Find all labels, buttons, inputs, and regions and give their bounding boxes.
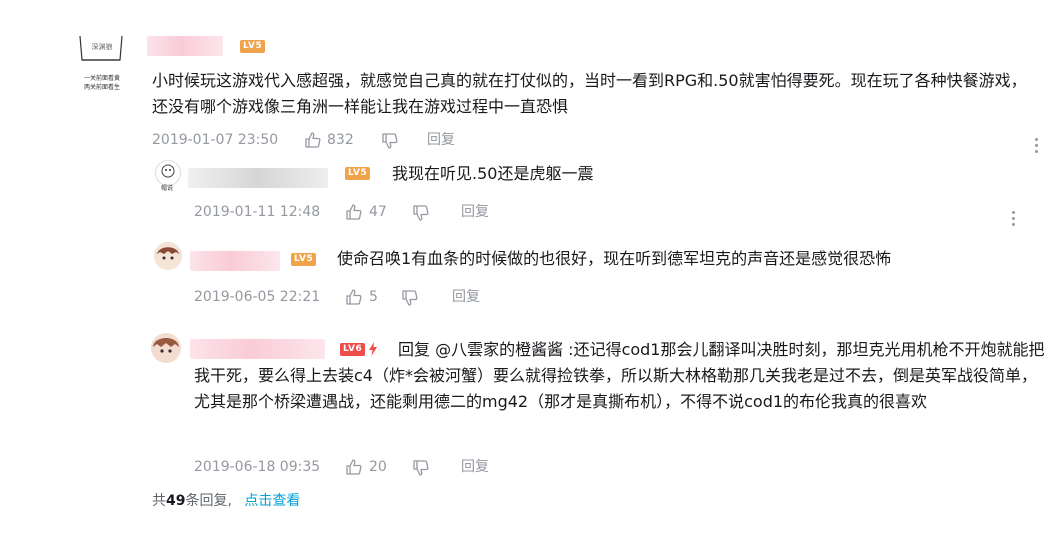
like-count: 5 xyxy=(369,289,378,305)
thumbs-up-icon[interactable] xyxy=(304,131,322,149)
avatar-text: 深渊狼 xyxy=(91,43,113,51)
reply-time: 2019-01-11 12:48 xyxy=(194,204,321,220)
avatar-anime-icon xyxy=(154,242,182,270)
more-vertical-icon[interactable] xyxy=(1035,138,1039,156)
thumbs-down-icon[interactable] xyxy=(412,459,430,477)
reply-button[interactable]: 回复 xyxy=(461,457,489,477)
level-badge: LV5 xyxy=(291,253,317,266)
view-all-replies-link[interactable]: 点击查看 xyxy=(244,493,300,509)
reply-count-footer: 共49条回复, 点击查看 xyxy=(152,491,300,511)
thumbs-up-icon[interactable] xyxy=(345,458,363,476)
footer-prefix: 共 xyxy=(152,493,166,509)
more-vertical-icon[interactable] xyxy=(1012,211,1016,229)
thumbs-up-icon[interactable] xyxy=(345,288,363,306)
reply-button[interactable]: 回复 xyxy=(461,202,489,222)
like-count: 20 xyxy=(369,459,387,475)
reply-text: 我现在听见.50还是虎躯一震 xyxy=(392,164,594,183)
level-badge: LV5 xyxy=(345,167,371,180)
avatar[interactable]: 深渊狼 xyxy=(78,30,124,64)
avatar-caption: 帽说 xyxy=(160,185,173,192)
like-count: 47 xyxy=(369,204,387,220)
comment-meta: 2019-01-07 23:50 832 回复 xyxy=(152,130,552,150)
reply-text: 回复 @八雲家的橙酱酱 :还记得cod1那会儿翻译叫决胜时刻，那坦克光用机枪不开… xyxy=(194,340,1045,411)
reply-button[interactable]: 回复 xyxy=(427,130,455,150)
thumbs-down-icon[interactable] xyxy=(412,204,430,222)
avatar[interactable] xyxy=(154,242,182,270)
comment-time: 2019-01-07 23:50 xyxy=(152,132,279,148)
avatar-face-icon xyxy=(161,164,175,178)
reply-time: 2019-06-18 09:35 xyxy=(194,459,321,475)
avatar[interactable] xyxy=(151,333,181,363)
reply-meta: 2019-06-18 09:35 20 回复 xyxy=(194,457,594,477)
level-badge: LV5 xyxy=(240,40,266,53)
footer-suffix: 条回复, xyxy=(185,493,232,509)
username[interactable] xyxy=(188,168,328,188)
comment-text: 小时候玩这游戏代入感超强，就感觉自己真的就在打仗似的，当时一看到RPG和.50就… xyxy=(152,71,1027,116)
username[interactable] xyxy=(190,251,280,271)
like-count: 832 xyxy=(327,132,354,148)
reply-time: 2019-06-05 22:21 xyxy=(194,289,321,305)
reply-button[interactable]: 回复 xyxy=(452,287,480,307)
reply-meta: 2019-01-11 12:48 47 回复 xyxy=(194,202,594,222)
thumbs-down-icon[interactable] xyxy=(381,132,399,150)
reply-count: 49 xyxy=(166,493,186,509)
avatar-caption: 一关前面看黄 xyxy=(83,75,120,82)
username[interactable] xyxy=(147,36,223,56)
reply-meta: 2019-06-05 22:21 5 回复 xyxy=(194,287,594,307)
reply-text: 使命召唤1有血条的时候做的也很好，现在听到德军坦克的声音还是感觉很恐怖 xyxy=(337,249,892,268)
thumbs-up-icon[interactable] xyxy=(345,203,363,221)
thumbs-down-icon[interactable] xyxy=(401,289,419,307)
avatar-anime-icon xyxy=(151,333,181,363)
avatar-caption: 两关前面看生 xyxy=(83,84,120,91)
